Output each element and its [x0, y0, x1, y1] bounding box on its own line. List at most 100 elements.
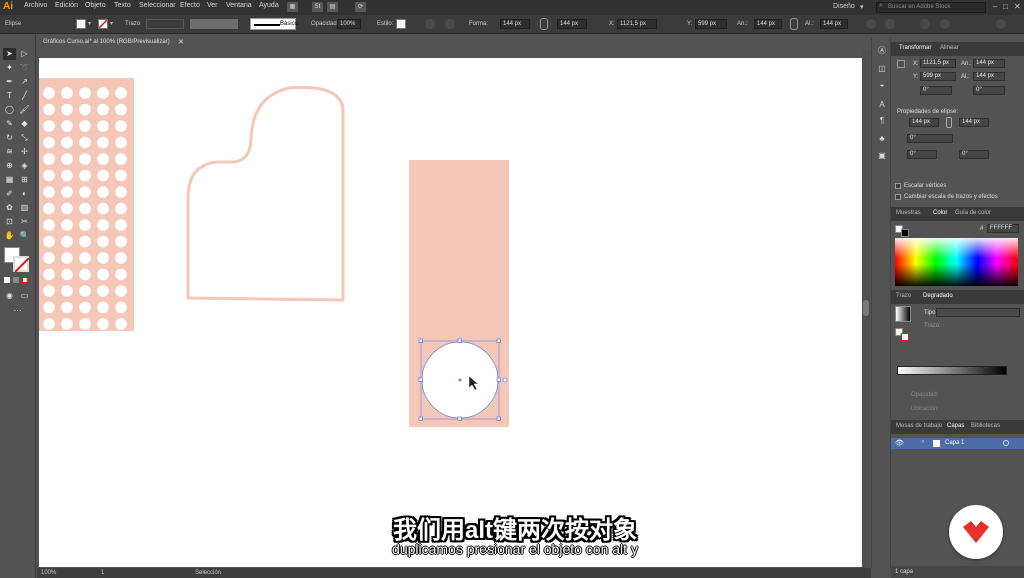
tab-color-guide[interactable]: Guía de color [955, 210, 991, 216]
width-tool-icon[interactable]: ≋ [4, 147, 15, 157]
character-icon[interactable]: A [877, 100, 887, 110]
layer-name[interactable]: Capa 1 [945, 440, 964, 446]
curvature-tool-icon[interactable]: ↗ [19, 77, 30, 87]
menu-ventana[interactable]: Ventana [226, 2, 252, 9]
rotate-tool-icon[interactable]: ↻ [4, 133, 15, 143]
paintbrush-tool-icon[interactable]: 🖌 [19, 105, 30, 115]
draw-normal-icon[interactable]: ◉ [4, 291, 15, 301]
close-document-icon[interactable]: ✕ [178, 38, 184, 46]
stroke-weight-field[interactable] [146, 19, 184, 29]
stroke-dropdown-icon[interactable]: ▾ [110, 20, 113, 27]
graphic-style-swatch[interactable] [396, 19, 406, 29]
arrange-icon[interactable] [940, 19, 950, 29]
transform-icon[interactable] [866, 19, 876, 29]
shape-height-field[interactable]: 144 px [557, 19, 587, 29]
menu-objeto[interactable]: Objeto [85, 2, 106, 9]
artboard-canvas[interactable] [39, 58, 862, 567]
outlined-shape[interactable] [186, 85, 345, 302]
w-input[interactable]: 144 px [973, 59, 1005, 68]
ellipse-width-input[interactable]: 144 px [909, 118, 939, 127]
shape-builder-tool-icon[interactable]: ⊕ [4, 161, 15, 171]
blend-tool-icon[interactable]: ◐ [19, 189, 30, 199]
layer-row[interactable]: 👁 › Capa 1 [891, 438, 1024, 449]
x-field[interactable]: 1121,5 px [617, 19, 657, 29]
h-input[interactable]: 144 px [973, 72, 1005, 81]
gradient-slider[interactable] [897, 366, 1007, 375]
shear-angle-input[interactable]: 0° [973, 86, 1005, 95]
h-field[interactable]: 144 px [820, 19, 848, 29]
close-icon[interactable]: ✕ [1014, 2, 1021, 11]
workspace-switcher[interactable]: Diseño [833, 3, 855, 10]
mesh-tool-icon[interactable]: ⊞ [19, 175, 30, 185]
tab-gradient[interactable]: Degradado [923, 293, 953, 299]
constrain-proportions-icon[interactable] [540, 18, 548, 30]
vertical-scrollbar[interactable] [862, 50, 870, 568]
isolate-icon[interactable] [885, 19, 895, 29]
menu-seleccionar[interactable]: Seleccionar [139, 2, 176, 9]
paragraph-icon[interactable]: ¶ [877, 116, 887, 126]
zoom-field[interactable]: 100% [41, 570, 56, 576]
edit-toolbar-icon[interactable]: ⋯ [12, 306, 23, 316]
ellipse-height-input[interactable]: 144 px [959, 118, 989, 127]
puppet-warp-tool-icon[interactable]: ✢ [19, 147, 30, 157]
x-input[interactable]: 1121,5 px [920, 59, 956, 68]
minimize-icon[interactable]: – [993, 2, 997, 11]
zoom-tool-icon[interactable]: 🔍 [19, 231, 30, 241]
stroke-none-swatch[interactable] [98, 19, 108, 29]
document-tab[interactable]: Gráficos Curso.ai* al 100% (RGB/Previsua… [37, 36, 187, 50]
menu-ayuda[interactable]: Ayuda [259, 2, 279, 9]
color-guide-icon[interactable]: ◒ [877, 80, 887, 90]
artboard-navigation[interactable]: 1 [101, 570, 104, 576]
stock-search-input[interactable]: Buscar en Adobe Stock [876, 2, 986, 13]
graphic-styles-icon[interactable]: ▣ [877, 151, 887, 161]
bridge-icon[interactable]: ▦ [287, 2, 298, 12]
workspace-dropdown-icon[interactable]: ▾ [860, 3, 864, 11]
scale-tool-icon[interactable]: ⤡ [19, 133, 30, 143]
tab-align[interactable]: Alinear [940, 45, 959, 51]
w-field[interactable]: 144 px [754, 19, 782, 29]
gradient-type-dropdown[interactable] [936, 308, 1020, 317]
y-field[interactable]: 599 px [695, 19, 727, 29]
recolor-icon[interactable] [425, 19, 435, 29]
fill-dropdown-icon[interactable]: ▾ [88, 20, 91, 27]
y-input[interactable]: 599 px [920, 72, 956, 81]
ellipse-link-icon[interactable] [946, 117, 952, 128]
shaper-tool-icon[interactable]: ✎ [4, 119, 15, 129]
eyedropper-tool-icon[interactable]: ✐ [4, 189, 15, 199]
menu-ver[interactable]: Ver [207, 2, 218, 9]
none-mode-icon[interactable] [22, 277, 28, 283]
variable-width-field[interactable] [190, 19, 238, 29]
column-graph-tool-icon[interactable]: ▥ [19, 203, 30, 213]
arrange-documents-icon[interactable]: ▤ [327, 2, 338, 12]
eraser-tool-icon[interactable]: ◆ [19, 119, 30, 129]
type-tool-icon[interactable]: T [4, 91, 15, 101]
menu-archivo[interactable]: Archivo [24, 2, 47, 9]
stroke-color-box[interactable] [13, 256, 29, 272]
layer-target-icon[interactable] [1003, 440, 1009, 446]
lasso-tool-icon[interactable]: ➰ [19, 63, 30, 73]
tab-libraries[interactable]: Bibliotecas [971, 423, 1000, 429]
reference-point-icon[interactable] [897, 60, 905, 68]
scale-strokes-checkbox[interactable] [895, 194, 901, 200]
selection-tool-icon[interactable]: ➤ [4, 49, 15, 59]
pen-tool-icon[interactable]: ✒ [4, 77, 15, 87]
panel-menu-icon[interactable] [996, 19, 1006, 29]
hex-input[interactable]: FFFFFF [987, 224, 1019, 233]
align-icon[interactable] [445, 19, 455, 29]
tab-artboards[interactable]: Mesas de trabajo [896, 423, 942, 429]
gradient-preview[interactable] [895, 306, 911, 322]
libraries-icon[interactable]: Ⓐ [877, 46, 887, 56]
screen-mode-icon[interactable]: ▭ [19, 291, 30, 301]
slice-tool-icon[interactable]: ✂ [19, 217, 30, 227]
brush-definition-field[interactable]: Básico [250, 18, 298, 30]
menu-edicion[interactable]: Edición [55, 2, 78, 9]
stock-icon[interactable]: St [312, 2, 323, 12]
layer-expand-icon[interactable]: › [922, 439, 924, 445]
pie-end-input[interactable]: 0° [959, 150, 989, 159]
symbols-icon[interactable]: ♣ [877, 134, 887, 144]
symbol-sprayer-tool-icon[interactable]: ✿ [4, 203, 15, 213]
ellipse-angle-input[interactable]: 0° [907, 134, 953, 143]
opacity-field[interactable]: 100% [337, 19, 361, 29]
tab-swatches[interactable]: Muestras [896, 210, 921, 216]
perspective-grid-tool-icon[interactable]: ▦ [4, 175, 15, 185]
